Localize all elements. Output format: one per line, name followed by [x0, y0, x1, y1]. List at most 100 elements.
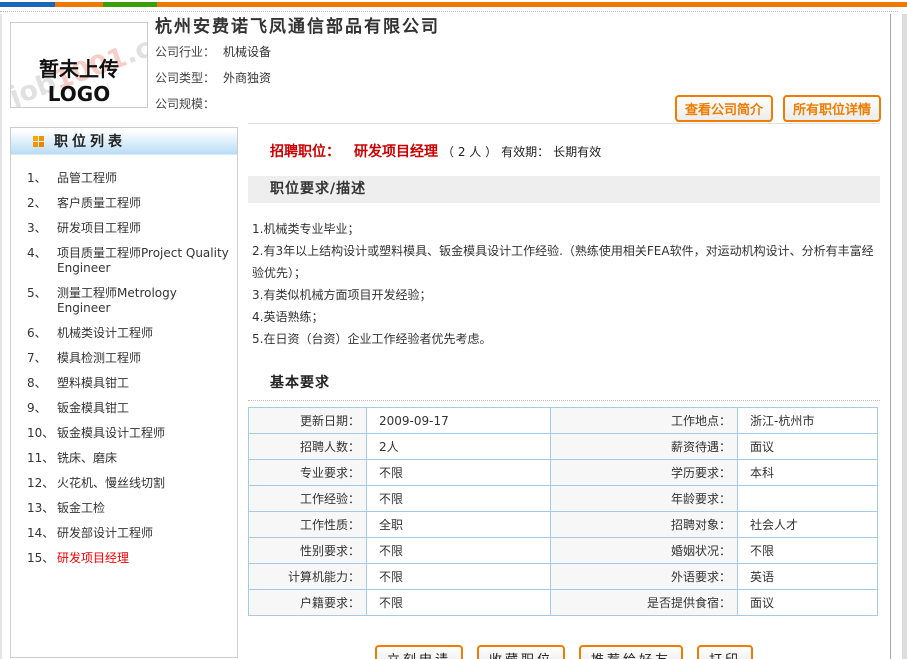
desc-line: 2.有3年以上结构设计或塑料模具、钣金模具设计工作经验.（熟练使用相关FEA软件…	[252, 240, 880, 284]
print-button[interactable]: 打印	[697, 645, 753, 659]
job-label: 项目质量工程师Project Quality Engineer	[57, 246, 231, 276]
grid-icon	[33, 136, 44, 147]
table-row: 工作经验：不限 年龄要求：	[249, 486, 878, 512]
job-item-5[interactable]: 5、测量工程师Metrology Engineer	[11, 281, 237, 321]
topbar-segment-blue	[0, 2, 55, 7]
label-cell: 婚姻状况：	[551, 538, 738, 564]
logo-placeholder-text: 暂未上传LOGO	[11, 53, 147, 106]
job-title-row: 招聘职位：研发项目经理（ 2 人 ）有效期：长期有效	[248, 141, 880, 161]
table-row: 更新日期：2009-09-17 工作地点：浙江-杭州市	[249, 408, 878, 434]
value-cell: 面议	[738, 590, 878, 616]
favorite-job-button[interactable]: 收藏职位	[477, 645, 565, 659]
value-cell: 面议	[738, 434, 878, 460]
desc-line: 1.机械类专业毕业；	[252, 218, 880, 240]
job-label: 机械类设计工程师	[57, 326, 153, 341]
job-num: 13、	[11, 501, 43, 516]
label-cell: 专业要求：	[249, 460, 367, 486]
value-cell: 2人	[367, 434, 551, 460]
job-item-12[interactable]: 12、火花机、慢丝线切割	[11, 471, 237, 496]
job-item-6[interactable]: 6、机械类设计工程师	[11, 321, 237, 346]
field-value: 外商独资	[223, 71, 271, 85]
job-label: 钣金工检	[57, 501, 105, 516]
validity-value: 长期有效	[553, 145, 601, 159]
value-cell: 浙江-杭州市	[738, 408, 878, 434]
company-name: 杭州安费诺飞凤通信部品有限公司	[155, 12, 440, 37]
company-logo-box: job1001.com 暂未上传LOGO	[10, 22, 148, 108]
topbar-segment-orange-long	[157, 2, 907, 7]
table-row: 计算机能力：不限 外语要求：英语	[249, 564, 878, 590]
dotted-separator	[0, 11, 898, 12]
job-label: 研发项目经理	[57, 551, 129, 566]
label-cell: 是否提供食宿：	[551, 590, 738, 616]
job-num: 9、	[11, 401, 43, 416]
page-right-border	[890, 14, 891, 659]
header-buttons: 查看公司简介 所有职位详情	[675, 95, 881, 122]
page: job1001.com 暂未上传LOGO 杭州安费诺飞凤通信部品有限公司 公司行…	[0, 0, 907, 659]
label-cell: 计算机能力：	[249, 564, 367, 590]
job-title: 研发项目经理	[354, 144, 438, 160]
job-list: 1、品管工程师 2、客户质量工程师 3、研发项目工程师 4、项目质量工程师Pro…	[11, 155, 237, 571]
company-type-row: 公司类型： 外商独资	[155, 69, 271, 86]
page-right-edge	[902, 14, 907, 659]
topbar-segment-green	[103, 2, 157, 7]
job-item-8[interactable]: 8、塑料模具钳工	[11, 371, 237, 396]
job-item-14[interactable]: 14、研发部设计工程师	[11, 521, 237, 546]
job-label: 钣金模具钳工	[57, 401, 129, 416]
job-label: 研发部设计工程师	[57, 526, 153, 541]
job-num: 12、	[11, 476, 43, 491]
job-num: 3、	[11, 221, 43, 236]
value-cell: 社会人才	[738, 512, 878, 538]
label-cell: 学历要求：	[551, 460, 738, 486]
value-cell: 不限	[738, 538, 878, 564]
recruit-position-label: 招聘职位：	[270, 144, 340, 160]
job-label: 铣床、磨床	[57, 451, 117, 466]
job-item-10[interactable]: 10、钣金模具设计工程师	[11, 421, 237, 446]
job-item-3[interactable]: 3、研发项目工程师	[11, 216, 237, 241]
value-cell: 不限	[367, 538, 551, 564]
action-buttons: 立刻申请 收藏职位 推荐给好友 打印	[248, 645, 880, 659]
job-num: 14、	[11, 526, 43, 541]
job-num: 4、	[11, 246, 43, 276]
job-item-15-active[interactable]: 15、研发项目经理	[11, 546, 237, 571]
job-num: 6、	[11, 326, 43, 341]
label-cell: 招聘人数：	[249, 434, 367, 460]
apply-now-button[interactable]: 立刻申请	[375, 645, 463, 659]
view-company-profile-button[interactable]: 查看公司简介	[675, 95, 773, 122]
field-label: 公司类型：	[155, 71, 215, 85]
job-num: 10、	[11, 426, 43, 441]
basic-requirements-header: 基本要求	[248, 372, 880, 401]
label-cell: 招聘对象：	[551, 512, 738, 538]
value-cell: 2009-09-17	[367, 408, 551, 434]
job-description: 1.机械类专业毕业； 2.有3年以上结构设计或塑料模具、钣金模具设计工作经验.（…	[248, 218, 880, 350]
value-cell: 不限	[367, 486, 551, 512]
company-industry-row: 公司行业： 机械设备	[155, 43, 271, 60]
sidebar-title: 职位列表	[54, 131, 126, 151]
headcount: （ 2 人 ）	[442, 145, 497, 159]
all-jobs-detail-button[interactable]: 所有职位详情	[783, 95, 881, 122]
job-num: 8、	[11, 376, 43, 391]
job-num: 1、	[11, 171, 43, 186]
sidebar-header: 职位列表	[11, 128, 237, 155]
job-item-4[interactable]: 4、项目质量工程师Project Quality Engineer	[11, 241, 237, 281]
job-label: 品管工程师	[57, 171, 117, 186]
job-item-2[interactable]: 2、客户质量工程师	[11, 191, 237, 216]
job-num: 5、	[11, 286, 43, 316]
field-value: 机械设备	[223, 45, 271, 59]
job-num: 7、	[11, 351, 43, 366]
label-cell: 外语要求：	[551, 564, 738, 590]
label-cell: 年龄要求：	[551, 486, 738, 512]
field-label: 公司行业：	[155, 45, 215, 59]
desc-line: 5.在日资（台资）企业工作经验者优先考虑。	[252, 328, 880, 350]
sidebar: 职位列表 1、品管工程师 2、客户质量工程师 3、研发项目工程师 4、项目质量工…	[10, 127, 238, 658]
job-item-13[interactable]: 13、钣金工检	[11, 496, 237, 521]
job-item-9[interactable]: 9、钣金模具钳工	[11, 396, 237, 421]
value-cell: 不限	[367, 590, 551, 616]
job-item-1[interactable]: 1、品管工程师	[11, 166, 237, 191]
job-item-11[interactable]: 11、铣床、磨床	[11, 446, 237, 471]
label-cell: 工作地点：	[551, 408, 738, 434]
job-item-7[interactable]: 7、模具检测工程师	[11, 346, 237, 371]
desc-line: 4.英语熟练；	[252, 306, 880, 328]
job-label: 研发项目工程师	[57, 221, 141, 236]
table-row: 招聘人数：2人 薪资待遇：面议	[249, 434, 878, 460]
recommend-to-friend-button[interactable]: 推荐给好友	[579, 645, 683, 659]
